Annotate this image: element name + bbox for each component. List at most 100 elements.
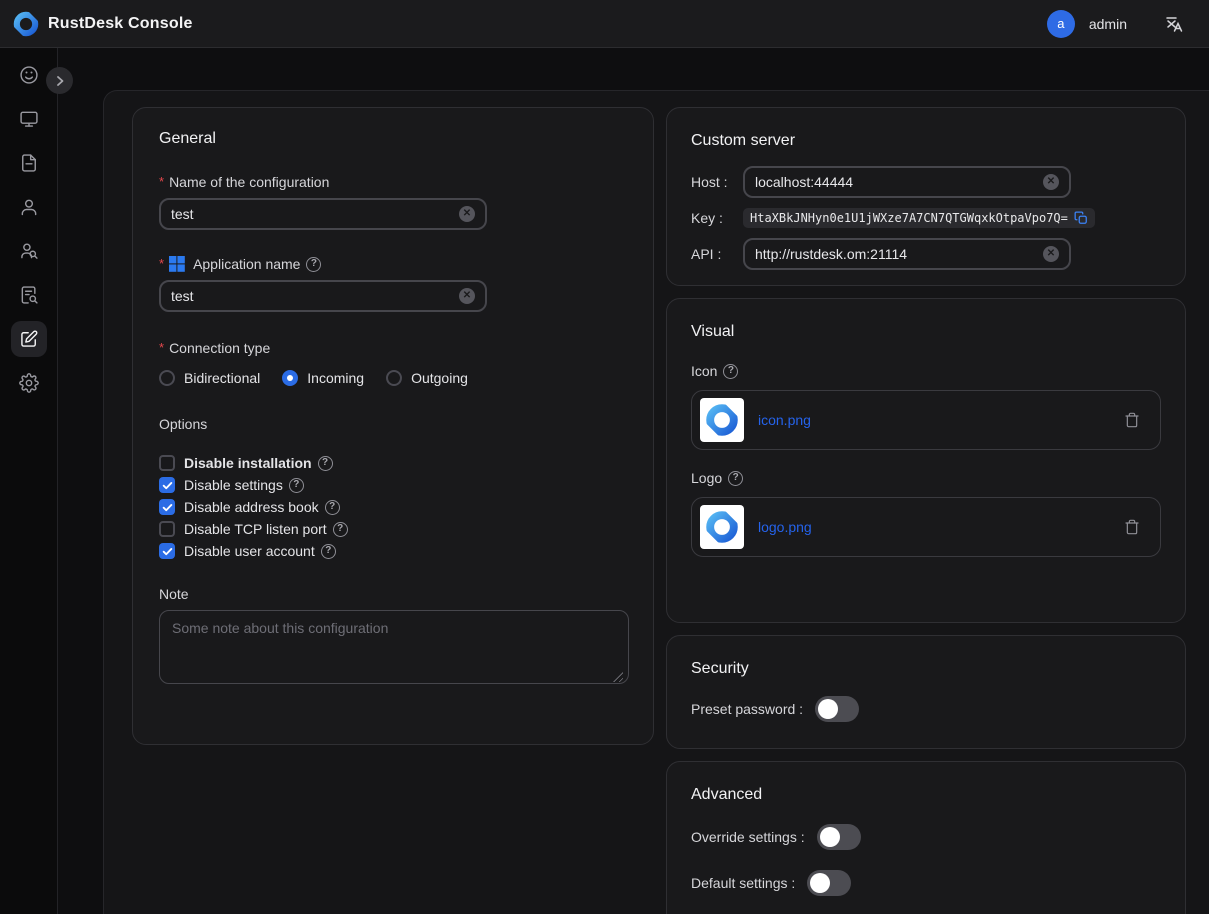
sidebar-item-custom-clients[interactable] bbox=[0, 317, 58, 361]
radio-outgoing[interactable]: Outgoing bbox=[386, 370, 468, 386]
username: admin bbox=[1089, 16, 1127, 32]
note-textarea[interactable] bbox=[159, 610, 629, 684]
avatar[interactable]: a bbox=[1047, 10, 1075, 38]
help-icon[interactable]: ? bbox=[321, 544, 336, 559]
edit-icon bbox=[11, 321, 47, 357]
chevron-right-icon bbox=[54, 75, 66, 87]
help-icon[interactable]: ? bbox=[723, 364, 738, 379]
security-card: Security Preset password : bbox=[666, 635, 1186, 749]
file-search-icon bbox=[11, 277, 47, 313]
smiley-icon bbox=[11, 57, 47, 93]
default-settings-toggle[interactable] bbox=[807, 870, 851, 896]
security-title: Security bbox=[691, 660, 1161, 678]
sidebar-item-audit-logs[interactable] bbox=[0, 273, 58, 317]
host-field: ✕ bbox=[743, 166, 1071, 198]
copy-icon[interactable] bbox=[1074, 211, 1088, 225]
override-settings-label: Override settings : bbox=[691, 829, 805, 845]
monitor-icon bbox=[11, 101, 47, 137]
logo-label: Logo bbox=[691, 470, 722, 486]
checkbox-disable-installation[interactable]: Disable installation ? bbox=[159, 452, 627, 474]
toggle-knob bbox=[810, 873, 830, 893]
visual-title: Visual bbox=[691, 323, 1161, 341]
user-icon bbox=[11, 189, 47, 225]
clear-icon[interactable]: ✕ bbox=[1043, 174, 1059, 190]
logo-file-link[interactable]: logo.png bbox=[758, 519, 812, 535]
radio-circle bbox=[282, 370, 298, 386]
checkbox-box bbox=[159, 521, 175, 537]
app-name-input[interactable] bbox=[171, 288, 459, 304]
app-name-field: ✕ bbox=[159, 280, 487, 312]
name-field: ✕ bbox=[159, 198, 487, 230]
sidebar bbox=[0, 48, 58, 914]
clear-icon[interactable]: ✕ bbox=[459, 206, 475, 222]
preset-password-label: Preset password : bbox=[691, 701, 803, 717]
toggle-knob bbox=[818, 699, 838, 719]
trash-icon[interactable] bbox=[1124, 519, 1140, 535]
radio-circle bbox=[386, 370, 402, 386]
clear-icon[interactable]: ✕ bbox=[459, 288, 475, 304]
radio-incoming[interactable]: Incoming bbox=[282, 370, 364, 386]
default-settings-label: Default settings : bbox=[691, 875, 795, 891]
toggle-knob bbox=[820, 827, 840, 847]
checkbox-label: Disable settings bbox=[184, 477, 283, 493]
checkbox-label: Disable TCP listen port bbox=[184, 521, 327, 537]
help-icon[interactable]: ? bbox=[318, 456, 333, 471]
clear-icon[interactable]: ✕ bbox=[1043, 246, 1059, 262]
help-icon[interactable]: ? bbox=[289, 478, 304, 493]
required-asterisk: * bbox=[159, 174, 164, 189]
checkbox-disable-settings[interactable]: Disable settings ? bbox=[159, 474, 627, 496]
general-title: General bbox=[159, 130, 627, 148]
key-field: HtaXBkJNHyn0e1U1jWXze7A7CN7QTGWqxkOtpaVp… bbox=[743, 208, 1095, 228]
logo-file-row: logo.png bbox=[691, 497, 1161, 557]
checkbox-disable-address-book[interactable]: Disable address book ? bbox=[159, 496, 627, 518]
main-panel: General * Name of the configuration ✕ * … bbox=[103, 90, 1209, 914]
note-label: Note bbox=[159, 586, 627, 602]
connection-type-group: Bidirectional Incoming Outgoing bbox=[159, 370, 627, 386]
help-icon[interactable]: ? bbox=[728, 471, 743, 486]
api-input[interactable] bbox=[755, 246, 1043, 262]
sidebar-item-users[interactable] bbox=[0, 185, 58, 229]
icon-file-link[interactable]: icon.png bbox=[758, 412, 811, 428]
key-label: Key : bbox=[691, 210, 743, 226]
checkbox-box bbox=[159, 455, 175, 471]
name-label: Name of the configuration bbox=[169, 174, 329, 190]
sidebar-item-settings[interactable] bbox=[0, 361, 58, 405]
topbar: RustDesk Console a admin bbox=[0, 0, 1209, 48]
checkbox-label: Disable address book bbox=[184, 499, 319, 515]
general-card: General * Name of the configuration ✕ * … bbox=[132, 107, 654, 745]
user-search-icon bbox=[11, 233, 47, 269]
radio-bidirectional[interactable]: Bidirectional bbox=[159, 370, 260, 386]
name-input[interactable] bbox=[171, 206, 459, 222]
radio-label: Incoming bbox=[307, 370, 364, 386]
sidebar-item-documents[interactable] bbox=[0, 141, 58, 185]
checkbox-label: Disable installation bbox=[184, 455, 312, 471]
required-asterisk: * bbox=[159, 256, 164, 271]
windows-icon bbox=[169, 256, 185, 272]
api-label: API : bbox=[691, 246, 743, 262]
host-input[interactable] bbox=[755, 174, 1043, 190]
override-settings-toggle[interactable] bbox=[817, 824, 861, 850]
radio-label: Bidirectional bbox=[184, 370, 260, 386]
app-name-label: Application name bbox=[193, 256, 300, 272]
radio-circle bbox=[159, 370, 175, 386]
visual-card: Visual Icon ? icon.png Logo ? bbox=[666, 298, 1186, 623]
advanced-card: Advanced Override settings : Default set… bbox=[666, 761, 1186, 914]
checkbox-disable-user-account[interactable]: Disable user account ? bbox=[159, 540, 627, 562]
connection-type-label: Connection type bbox=[169, 340, 270, 356]
radio-label: Outgoing bbox=[411, 370, 468, 386]
help-icon[interactable]: ? bbox=[325, 500, 340, 515]
translate-icon[interactable] bbox=[1163, 13, 1185, 35]
sidebar-item-groups[interactable] bbox=[0, 229, 58, 273]
advanced-title: Advanced bbox=[691, 786, 1161, 804]
trash-icon[interactable] bbox=[1124, 412, 1140, 428]
help-icon[interactable]: ? bbox=[306, 257, 321, 272]
logo-thumbnail bbox=[700, 505, 744, 549]
checkbox-disable-tcp-listen-port[interactable]: Disable TCP listen port ? bbox=[159, 518, 627, 540]
checkbox-box bbox=[159, 477, 175, 493]
key-value: HtaXBkJNHyn0e1U1jWXze7A7CN7QTGWqxkOtpaVp… bbox=[750, 211, 1068, 225]
sidebar-item-devices[interactable] bbox=[0, 97, 58, 141]
options-label: Options bbox=[159, 416, 627, 432]
help-icon[interactable]: ? bbox=[333, 522, 348, 537]
sidebar-expand-button[interactable] bbox=[46, 67, 73, 94]
preset-password-toggle[interactable] bbox=[815, 696, 859, 722]
